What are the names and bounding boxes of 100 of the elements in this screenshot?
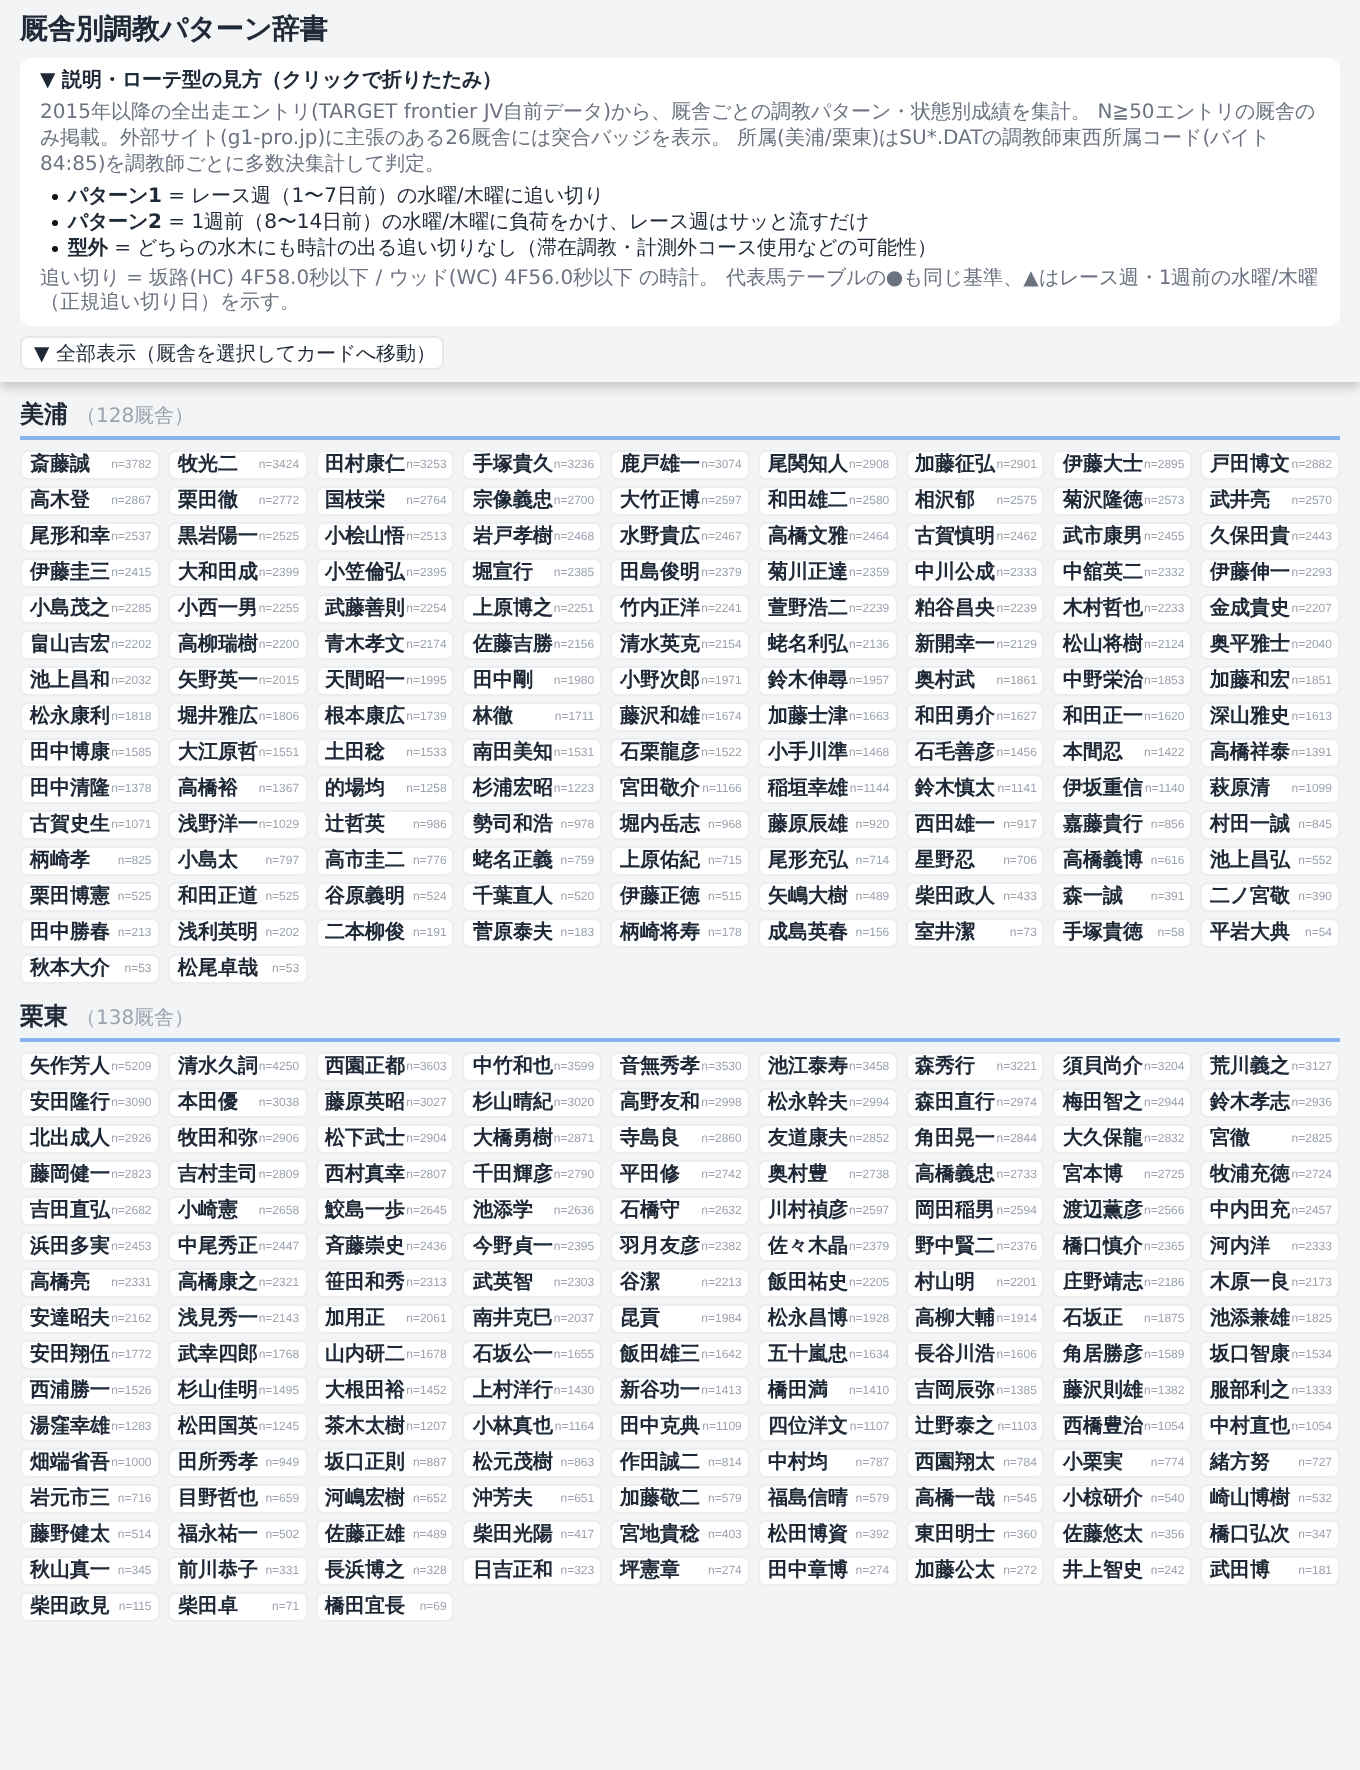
trainer-name: 松田博資	[767, 1524, 848, 1546]
trainer-name: 橋口慎介	[1062, 1236, 1143, 1258]
trainer-name: 武市康男	[1062, 526, 1143, 548]
trainer-name: 国枝栄	[325, 490, 386, 512]
trainer-name: 音無秀孝	[620, 1056, 701, 1078]
trainer-name: 坂口智康	[1210, 1344, 1291, 1366]
trainer-name: 東田明士	[915, 1524, 996, 1546]
trainer-name: 西浦勝一	[30, 1380, 110, 1402]
trainer-name: 的場均	[325, 778, 386, 800]
trainer-name: 武幸四郎	[177, 1344, 258, 1366]
trainer-name: 本田優	[177, 1092, 238, 1114]
trainer-name: 牧田和弥	[177, 1128, 258, 1150]
trainer-name: 庄野靖志	[1062, 1272, 1143, 1294]
trainer-name: 上原博之	[472, 598, 553, 620]
trainer-name: 平田修	[620, 1164, 681, 1186]
trainer-name: 伊藤正徳	[620, 886, 701, 908]
trainer-name: 安田隆行	[30, 1092, 110, 1114]
trainer-name: 目野哲也	[177, 1488, 258, 1510]
trainer-name: 千田輝彦	[472, 1164, 553, 1186]
trainer-name: 長浜博之	[325, 1560, 406, 1582]
trainer-name: 林徹	[472, 706, 513, 728]
trainer-name: 室井潔	[915, 922, 976, 944]
stable-select[interactable]: ▼ 全部表示（厩舎を選択してカードへ移動）	[20, 336, 444, 370]
trainer-name: 安田翔伍	[30, 1344, 110, 1366]
trainer-name: 加藤公太	[915, 1560, 996, 1582]
trainer-name: 奥平雅士	[1210, 634, 1291, 656]
stable-count: （128厩舎）	[76, 404, 195, 430]
trainer-name: 吉田直弘	[30, 1200, 110, 1222]
trainer-name: 矢嶋大樹	[767, 886, 848, 908]
trainer-name: 天間昭一	[325, 670, 406, 692]
trainer-name: 作田誠二	[620, 1452, 701, 1474]
section-title: 美浦	[20, 398, 68, 432]
trainer-name: 宮地貴稔	[620, 1524, 701, 1546]
trainer-name: 石毛善彦	[915, 742, 996, 764]
trainer-name: 杉山晴紀	[472, 1092, 553, 1114]
select-value: ▼ 全部表示（厩舎を選択してカードへ移動）	[34, 341, 436, 367]
trainer-name: 田村康仁	[325, 454, 406, 476]
trainer-name: 西田雄一	[915, 814, 996, 836]
bullet-icon	[52, 246, 58, 252]
trainer-name: 藤原英昭	[325, 1092, 406, 1114]
note-text: 追い切り = 坂路(HC) 4F58.0秒以下 / ウッド(WC) 4F56.0秒以下 の時計。 代表馬テーブルの●も同じ基準、▲はレース週・1週前の水曜/木曜（正規追い切り日）を示す。	[40, 268, 1320, 316]
trainer-name: 谷潔	[620, 1272, 661, 1294]
trainer-name: 吉村圭司	[177, 1164, 258, 1186]
trainer-name: 畠山吉宏	[30, 634, 110, 656]
explanation-toggle[interactable]: ▼ 説明・ローテ型の見方（クリックで折りたたみ）	[40, 68, 1320, 94]
trainer-name: 松永康利	[30, 706, 110, 728]
trainer-name: 竹内正洋	[620, 598, 701, 620]
trainer-name: 長谷川浩	[915, 1344, 996, 1366]
trainer-name: 田中博康	[30, 742, 110, 764]
trainer-name: 加用正	[325, 1308, 386, 1330]
trainer-name: 堀井雅広	[177, 706, 258, 728]
trainer-name: 柴田卓	[177, 1596, 238, 1618]
trainer-name: 浅見秀一	[177, 1308, 258, 1330]
trainer-name: 杉山佳明	[177, 1380, 258, 1402]
trainer-name: 四位洋文	[767, 1416, 848, 1438]
trainer-name: 小手川準	[767, 742, 848, 764]
trainer-name: 角田晃一	[915, 1128, 996, 1150]
trainer-name: 二ノ宮敬	[1210, 886, 1291, 908]
trainer-name: 千葉直人	[472, 886, 553, 908]
trainer-name: 前川恭子	[177, 1560, 258, 1582]
trainer-name: 高橋康之	[177, 1272, 258, 1294]
trainer-name: 菊沢隆徳	[1062, 490, 1143, 512]
trainer-name: 五十嵐忠	[767, 1344, 848, 1366]
trainer-name: 水野貴広	[620, 526, 701, 548]
trainer-name: 奥村豊	[767, 1164, 828, 1186]
trainer-name: 藤原辰雄	[767, 814, 848, 836]
trainer-name: 松尾卓哉	[177, 958, 258, 980]
trainer-name: 須貝尚介	[1062, 1056, 1143, 1078]
trainer-name: 田中勝春	[30, 922, 110, 944]
trainer-name: 宗像義忠	[472, 490, 553, 512]
trainer-name: 中村直也	[1210, 1416, 1291, 1438]
trainer-name: 武田博	[1210, 1560, 1271, 1582]
trainer-name: 加藤敬二	[620, 1488, 701, 1510]
trainer-name: 昆貢	[620, 1308, 661, 1330]
trainer-name: 武藤善則	[325, 598, 406, 620]
trainer-name: 高橋裕	[177, 778, 238, 800]
trainer-name: 鈴木孝志	[1210, 1092, 1291, 1114]
trainer-name: 河嶋宏樹	[325, 1488, 406, 1510]
trainer-name: 蛯名正義	[472, 850, 553, 872]
trainer-name: 服部利之	[1210, 1380, 1291, 1402]
trainer-name: 南田美知	[472, 742, 553, 764]
trainer-name: 矢野英一	[177, 670, 258, 692]
trainer-name: 笹田和秀	[325, 1272, 406, 1294]
trainer-name: 清水英克	[620, 634, 701, 656]
trainer-name: 中内田充	[1210, 1200, 1291, 1222]
trainer-name: 加藤和宏	[1210, 670, 1291, 692]
trainer-name: 森秀行	[915, 1056, 976, 1078]
bullet-icon	[52, 194, 58, 200]
trainer-name: 高柳大輔	[915, 1308, 996, 1330]
trainer-name: 池添兼雄	[1210, 1308, 1291, 1330]
trainer-name: 北出成人	[30, 1128, 110, 1150]
trainer-name: 西橋豊治	[1062, 1416, 1143, 1438]
trainer-name: 山内研二	[325, 1344, 406, 1366]
trainer-name: 和田雄二	[767, 490, 848, 512]
trainer-name: 橋田満	[767, 1380, 828, 1402]
trainer-name: 日吉正和	[472, 1560, 553, 1582]
trainer-name: 武井亮	[1210, 490, 1271, 512]
trainer-name: 荒川義之	[1210, 1056, 1291, 1078]
trainer-name: 藤沢和雄	[620, 706, 701, 728]
trainer-name: 大和田成	[177, 562, 258, 584]
